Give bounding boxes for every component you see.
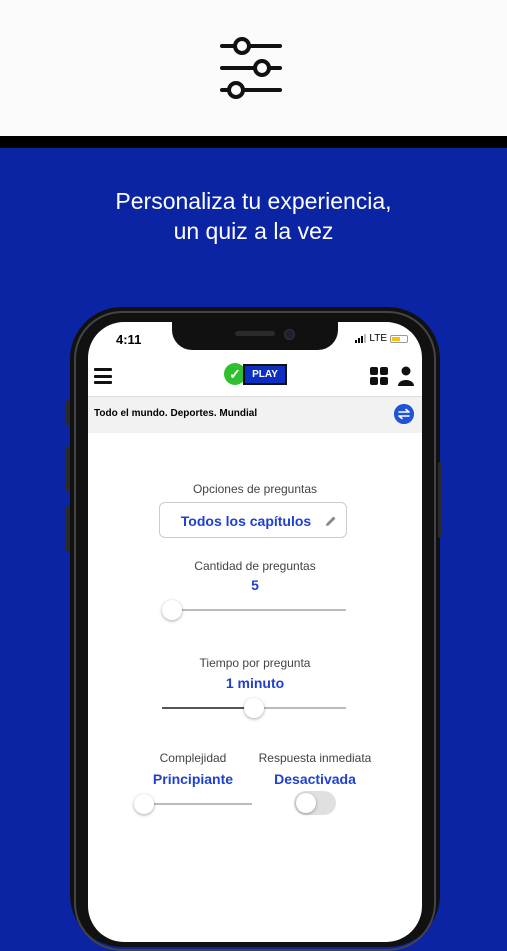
slider-thumb[interactable] (134, 794, 154, 814)
breadcrumb-bar: Todo el mundo. Deportes. Mundial (88, 396, 422, 433)
complexity-slider[interactable] (134, 794, 252, 814)
phone-notch (172, 322, 338, 350)
toggle-knob (296, 793, 316, 813)
time-per-question-value: 1 minuto (225, 675, 285, 691)
question-options-value: Todos los capítulos (180, 513, 312, 529)
breadcrumb: Todo el mundo. Deportes. Mundial (94, 408, 258, 419)
promo-headline: Personaliza tu experiencia, un quiz a la… (0, 186, 507, 246)
settings-sliders-icon (220, 37, 282, 99)
front-camera (284, 329, 295, 340)
immediate-answer-label: Respuesta inmediata (258, 751, 372, 765)
battery-icon (390, 334, 408, 343)
logo-play-label: PLAY (243, 364, 287, 385)
user-icon[interactable] (398, 366, 414, 386)
question-count-slider[interactable] (162, 600, 346, 620)
header-divider (0, 136, 507, 148)
phone-power-button (438, 462, 442, 538)
immediate-answer-toggle[interactable] (294, 791, 336, 815)
hamburger-menu-icon[interactable] (94, 368, 112, 384)
question-count-label: Cantidad de preguntas (194, 559, 316, 573)
headline-line-1: Personaliza tu experiencia, (115, 188, 392, 214)
slider-thumb[interactable] (244, 698, 264, 718)
phone-volume-button (66, 400, 70, 426)
time-per-question-label: Tiempo por pregunta (199, 656, 311, 670)
grid-icon[interactable] (370, 367, 388, 385)
status-indicators: LTE (355, 333, 408, 344)
slider-fill (162, 707, 254, 709)
question-count-value: 5 (251, 577, 259, 593)
app-logo[interactable]: ✓ PLAY (224, 362, 287, 386)
promo-header (0, 0, 507, 136)
headline-line-2: un quiz a la vez (173, 218, 334, 244)
swap-icon[interactable] (394, 404, 414, 424)
question-options-label: Opciones de preguntas (192, 482, 318, 496)
phone-screen: 4:11 LTE ✓ PLAY Todo el mundo. Deportes.… (88, 322, 422, 942)
pencil-icon (326, 516, 336, 526)
phone-volume-button (66, 446, 70, 492)
time-per-question-slider[interactable] (162, 698, 346, 718)
speaker-grille (235, 331, 275, 336)
phone-volume-button (66, 506, 70, 552)
signal-icon (355, 334, 367, 343)
slider-thumb[interactable] (162, 600, 182, 620)
network-label: LTE (369, 333, 387, 344)
app-bar: ✓ PLAY (88, 358, 422, 394)
question-options-selector[interactable]: Todos los capítulos (159, 502, 347, 538)
immediate-answer-value: Desactivada (274, 771, 356, 787)
status-time: 4:11 (116, 332, 142, 347)
